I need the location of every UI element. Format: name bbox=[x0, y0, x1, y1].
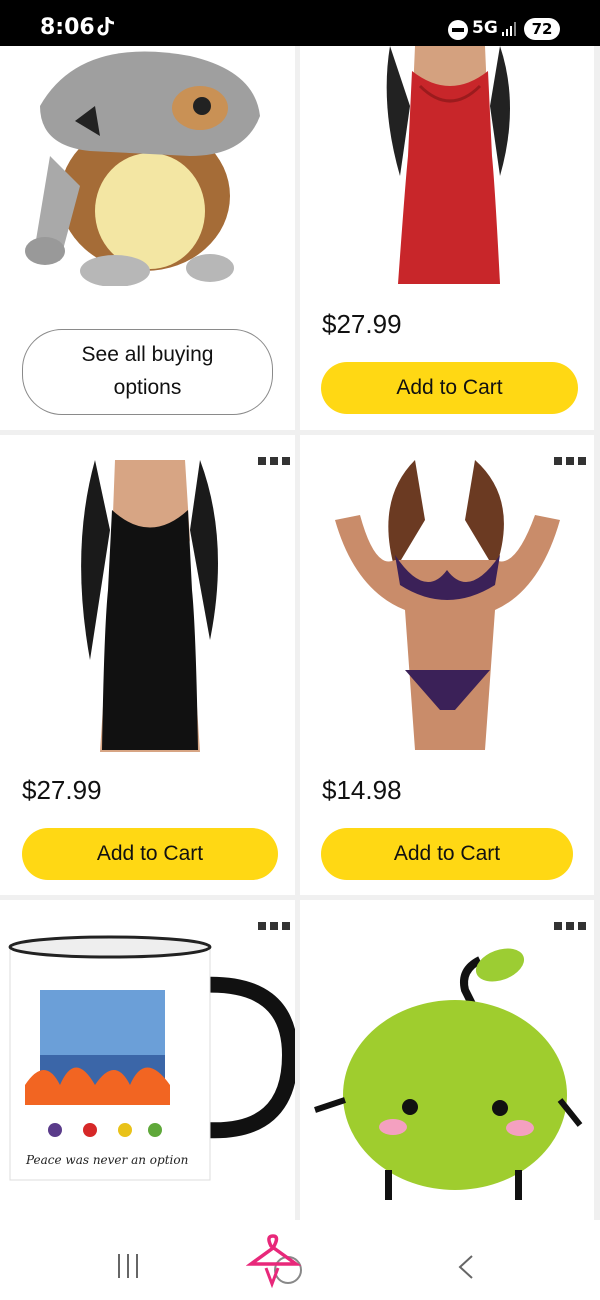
product-image[interactable] bbox=[335, 460, 560, 750]
battery-indicator: 72 bbox=[524, 18, 560, 40]
signal-icon bbox=[502, 22, 516, 36]
system-nav-bar bbox=[0, 1220, 600, 1300]
product-card[interactable]: $27.99 Add to Cart bbox=[300, 46, 594, 430]
product-card[interactable] bbox=[300, 900, 594, 1220]
see-all-buying-options-button[interactable]: See all buying options bbox=[22, 329, 273, 415]
product-card[interactable]: $27.99 Add to Cart bbox=[0, 435, 295, 895]
product-image[interactable] bbox=[370, 46, 530, 286]
product-image[interactable] bbox=[305, 940, 585, 1205]
product-image[interactable] bbox=[70, 460, 230, 755]
add-to-cart-button[interactable]: Add to Cart bbox=[22, 828, 278, 880]
recents-icon[interactable] bbox=[118, 1254, 144, 1278]
product-card[interactable]: $14.98 Add to Cart bbox=[300, 435, 594, 895]
more-options-icon[interactable] bbox=[258, 922, 292, 932]
product-price: $27.99 bbox=[322, 309, 402, 339]
status-bar: 8:06 5G 72 bbox=[0, 0, 600, 46]
status-time: 8:06 bbox=[40, 15, 95, 40]
add-to-cart-button[interactable]: Add to Cart bbox=[321, 362, 578, 414]
product-card[interactable]: See all buying options bbox=[0, 46, 295, 430]
product-price: $27.99 bbox=[22, 775, 102, 805]
tiktok-icon bbox=[97, 17, 115, 36]
product-image[interactable] bbox=[20, 46, 270, 286]
dnd-icon bbox=[448, 20, 468, 40]
product-image[interactable] bbox=[5, 935, 295, 1185]
product-card[interactable]: Peace was never an option bbox=[0, 900, 295, 1220]
product-price: $14.98 bbox=[322, 775, 402, 805]
network-label: 5G bbox=[472, 18, 498, 38]
more-options-icon[interactable] bbox=[258, 457, 292, 467]
back-icon[interactable] bbox=[454, 1252, 478, 1282]
more-options-icon[interactable] bbox=[554, 922, 588, 932]
add-to-cart-button[interactable]: Add to Cart bbox=[321, 828, 573, 880]
mug-caption: Peace was never an option bbox=[26, 1153, 189, 1167]
home-icon[interactable] bbox=[246, 1234, 316, 1290]
